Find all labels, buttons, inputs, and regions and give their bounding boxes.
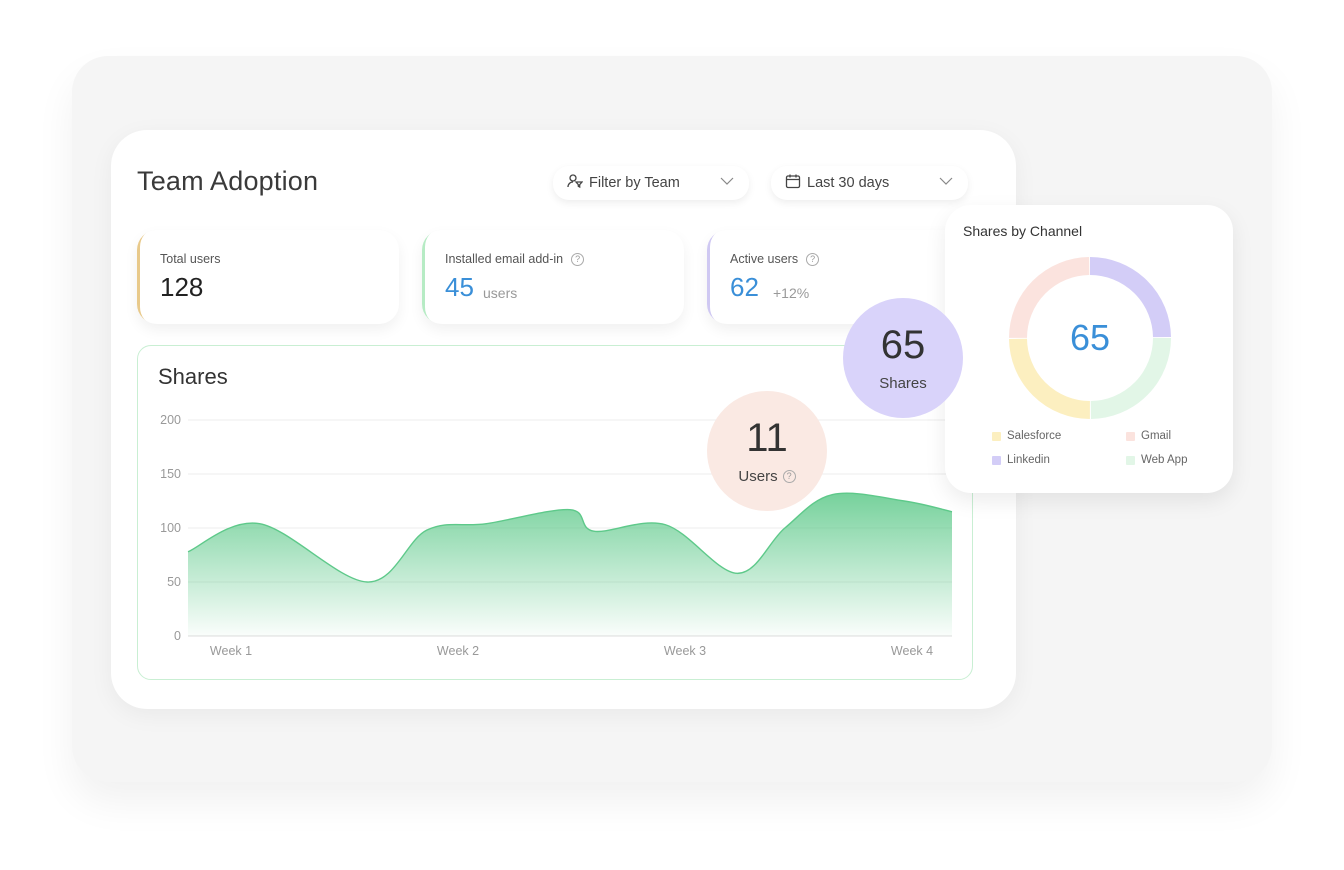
legend-item-gmail: Gmail bbox=[1126, 430, 1171, 442]
legend-swatch bbox=[992, 455, 1001, 465]
users-bubble-value: 11 bbox=[746, 415, 788, 460]
date-range-dropdown[interactable]: Last 30 days bbox=[771, 166, 968, 200]
legend-label: Gmail bbox=[1141, 430, 1172, 442]
legend-swatch bbox=[1126, 431, 1135, 441]
legend-swatch bbox=[992, 431, 1001, 441]
users-bubble-label: Users bbox=[738, 467, 778, 485]
shares-bubble-value: 65 bbox=[880, 322, 926, 367]
filter-by-team-label: Filter by Team bbox=[589, 175, 680, 191]
legend-item-linkedin: Linkedin bbox=[992, 454, 1050, 466]
email-addin-label: Installed email add-in bbox=[445, 252, 564, 266]
email-addin-card: Installed email add-in ? 45 users bbox=[422, 230, 684, 324]
legend-swatch bbox=[1126, 455, 1135, 465]
team-filter-icon bbox=[567, 173, 584, 193]
help-icon[interactable]: ? bbox=[782, 469, 796, 483]
x-tick-label: Week 1 bbox=[210, 644, 252, 658]
help-icon[interactable]: ? bbox=[806, 252, 820, 266]
legend-label: Web App bbox=[1141, 454, 1188, 466]
active-users-label: Active users bbox=[730, 252, 799, 266]
shares-bubble-label: Shares bbox=[879, 374, 927, 392]
y-tick-label: 200 bbox=[160, 413, 181, 427]
active-users-value: 62 bbox=[730, 272, 759, 302]
shares-area-chart: 0 50 100 150 200 Week 1 Week 2 Week 3 Week 4 bbox=[160, 413, 953, 658]
email-addin-value: 45 bbox=[445, 272, 474, 302]
page-title: Team Adoption bbox=[137, 166, 319, 196]
users-bubble: 11 Users ? bbox=[707, 391, 827, 511]
shares-bubble: 65 Shares bbox=[843, 298, 963, 418]
y-tick-label: 50 bbox=[167, 575, 181, 589]
filter-by-team-dropdown[interactable]: Filter by Team bbox=[553, 166, 749, 200]
shares-by-channel-title: Shares by Channel bbox=[963, 223, 1083, 239]
help-icon[interactable]: ? bbox=[571, 252, 585, 266]
shares-area-fill bbox=[188, 493, 952, 636]
x-tick-label: Week 3 bbox=[664, 644, 706, 658]
date-range-label: Last 30 days bbox=[807, 175, 890, 191]
total-users-label: Total users bbox=[160, 252, 221, 266]
x-tick-label: Week 4 bbox=[891, 644, 933, 658]
legend-item-web-app: Web App bbox=[1126, 454, 1187, 466]
email-addin-unit: users bbox=[483, 285, 518, 301]
total-users-card: Total users 128 bbox=[137, 230, 399, 324]
y-tick-label: 150 bbox=[160, 467, 181, 481]
y-tick-label: 0 bbox=[174, 629, 181, 643]
legend-item-salesforce: Salesforce bbox=[992, 430, 1061, 442]
legend-label: Salesforce bbox=[1007, 430, 1062, 442]
chevron-down-icon bbox=[938, 173, 954, 193]
y-tick-label: 100 bbox=[160, 521, 181, 535]
total-users-value: 128 bbox=[160, 272, 204, 302]
active-users-change: +12% bbox=[773, 285, 810, 301]
x-tick-label: Week 2 bbox=[437, 644, 479, 658]
donut-total-value: 65 bbox=[1069, 317, 1111, 358]
chevron-down-icon bbox=[719, 173, 735, 193]
calendar-icon bbox=[785, 173, 801, 193]
legend-label: Linkedin bbox=[1007, 454, 1050, 466]
